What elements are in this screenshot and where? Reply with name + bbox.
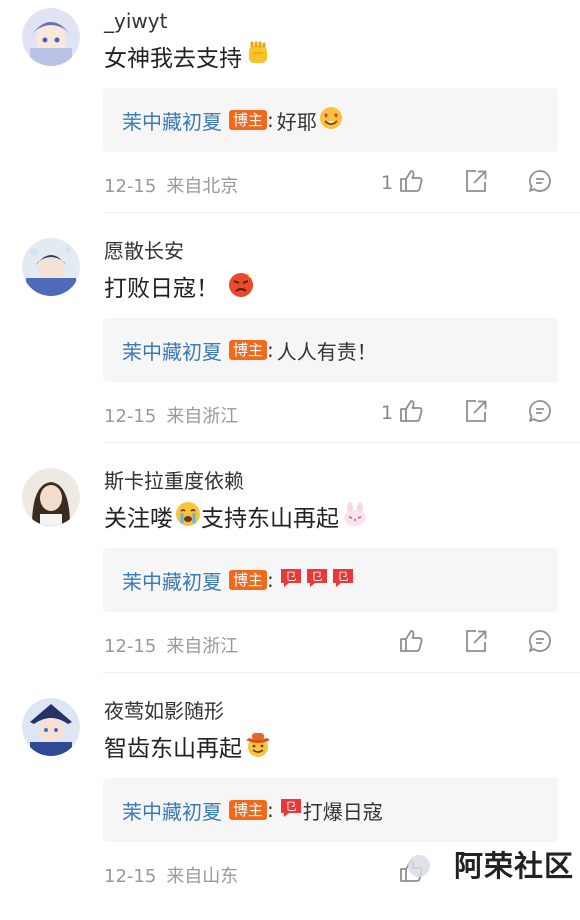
comment-actions: 1 — [0, 398, 580, 428]
comment-actions — [0, 628, 580, 658]
heart-eyes-emoji-icon — [319, 106, 343, 135]
reply-text: 人人有责！ — [276, 339, 377, 364]
comment-icon[interactable] — [527, 628, 553, 654]
gou-sticker-icon: 㔾 — [279, 797, 303, 824]
comment-text: 关注喽 支持东山再起 — [104, 500, 369, 537]
reply-author[interactable]: 茉中藏初夏 — [122, 106, 222, 135]
thumbs-up-icon[interactable] — [398, 398, 424, 424]
gou-sticker-icon: 㔾 — [305, 567, 329, 594]
comment-item: 愿散长安 打败日寇！ 茉中藏初夏 博主 : 人人有责！ 12-15 来自浙江 1 — [0, 230, 580, 460]
reply-author[interactable]: 茉中藏初夏 — [122, 796, 222, 825]
comment-icon[interactable] — [527, 398, 553, 424]
author-badge: 博主 — [229, 110, 268, 130]
thumbs-up-icon[interactable] — [398, 628, 424, 654]
author-badge: 博主 — [229, 570, 268, 590]
share-icon[interactable] — [463, 398, 489, 424]
comment-item: 夜莺如影随形 智齿东山再起 茉中藏初夏 博主 : 㔾 打爆日寇 12-15 来自山… — [0, 690, 580, 920]
author-reply[interactable]: 茉中藏初夏 博主 : 人人有责！ — [103, 318, 558, 382]
svg-text:㔾: 㔾 — [311, 570, 322, 583]
author-badge: 博主 — [229, 340, 268, 360]
username[interactable]: 夜莺如影随形 — [104, 698, 224, 724]
cowboy-hat-emoji-icon — [244, 730, 272, 767]
comment-text: 女神我去支持 — [104, 40, 272, 77]
avatar[interactable] — [22, 238, 80, 296]
author-reply[interactable]: 茉中藏初夏 博主 : 㔾 㔾 㔾 — [103, 548, 558, 612]
share-icon[interactable] — [463, 628, 489, 654]
angry-face-emoji-icon — [227, 270, 255, 307]
avatar[interactable] — [22, 698, 80, 756]
divider — [103, 442, 580, 443]
comment-text: 打败日寇！ — [104, 270, 255, 307]
avatar[interactable] — [22, 8, 80, 66]
divider — [103, 212, 580, 213]
svg-text:㔾: 㔾 — [285, 800, 296, 813]
crying-face-emoji-icon — [175, 501, 201, 536]
comment-item: 斯卡拉重度依赖 关注喽 支持东山再起 茉中藏初夏 博主 : 㔾 㔾 㔾 12-1… — [0, 460, 580, 690]
username[interactable]: 愿散长安 — [104, 238, 184, 264]
share-icon[interactable] — [463, 168, 489, 194]
svg-text:㔾: 㔾 — [337, 570, 348, 583]
thumbs-up-icon[interactable] — [398, 168, 424, 194]
avatar[interactable] — [22, 468, 80, 526]
svg-text:㔾: 㔾 — [285, 570, 296, 583]
username[interactable]: _yiwyt — [104, 8, 167, 34]
watermark-logo-icon — [408, 855, 430, 877]
watermark: 阿荣社区 — [453, 849, 574, 883]
author-badge: 博主 — [229, 800, 268, 820]
like-count: 1 — [381, 172, 394, 194]
reply-author[interactable]: 茉中藏初夏 — [122, 566, 222, 595]
comment-icon[interactable] — [527, 168, 553, 194]
reply-author[interactable]: 茉中藏初夏 — [122, 336, 222, 365]
comment-item: _yiwyt 女神我去支持 茉中藏初夏 博主 : 好耶 12-15 来自北京 1 — [0, 0, 580, 230]
author-reply[interactable]: 茉中藏初夏 博主 : 好耶 — [103, 88, 558, 152]
fist-emoji-icon — [244, 40, 272, 77]
reply-text: 好耶 — [276, 109, 317, 134]
username[interactable]: 斯卡拉重度依赖 — [104, 468, 244, 494]
like-count: 1 — [381, 402, 394, 424]
comment-actions: 1 — [0, 168, 580, 198]
gou-sticker-icon: 㔾 — [279, 567, 303, 594]
author-reply[interactable]: 茉中藏初夏 博主 : 㔾 打爆日寇 — [103, 778, 558, 842]
divider — [103, 672, 580, 673]
comment-text: 智齿东山再起 — [104, 730, 272, 767]
bunny-face-emoji-icon — [341, 500, 369, 537]
reply-text: 打爆日寇 — [302, 799, 383, 824]
gou-sticker-icon: 㔾 — [331, 567, 355, 594]
